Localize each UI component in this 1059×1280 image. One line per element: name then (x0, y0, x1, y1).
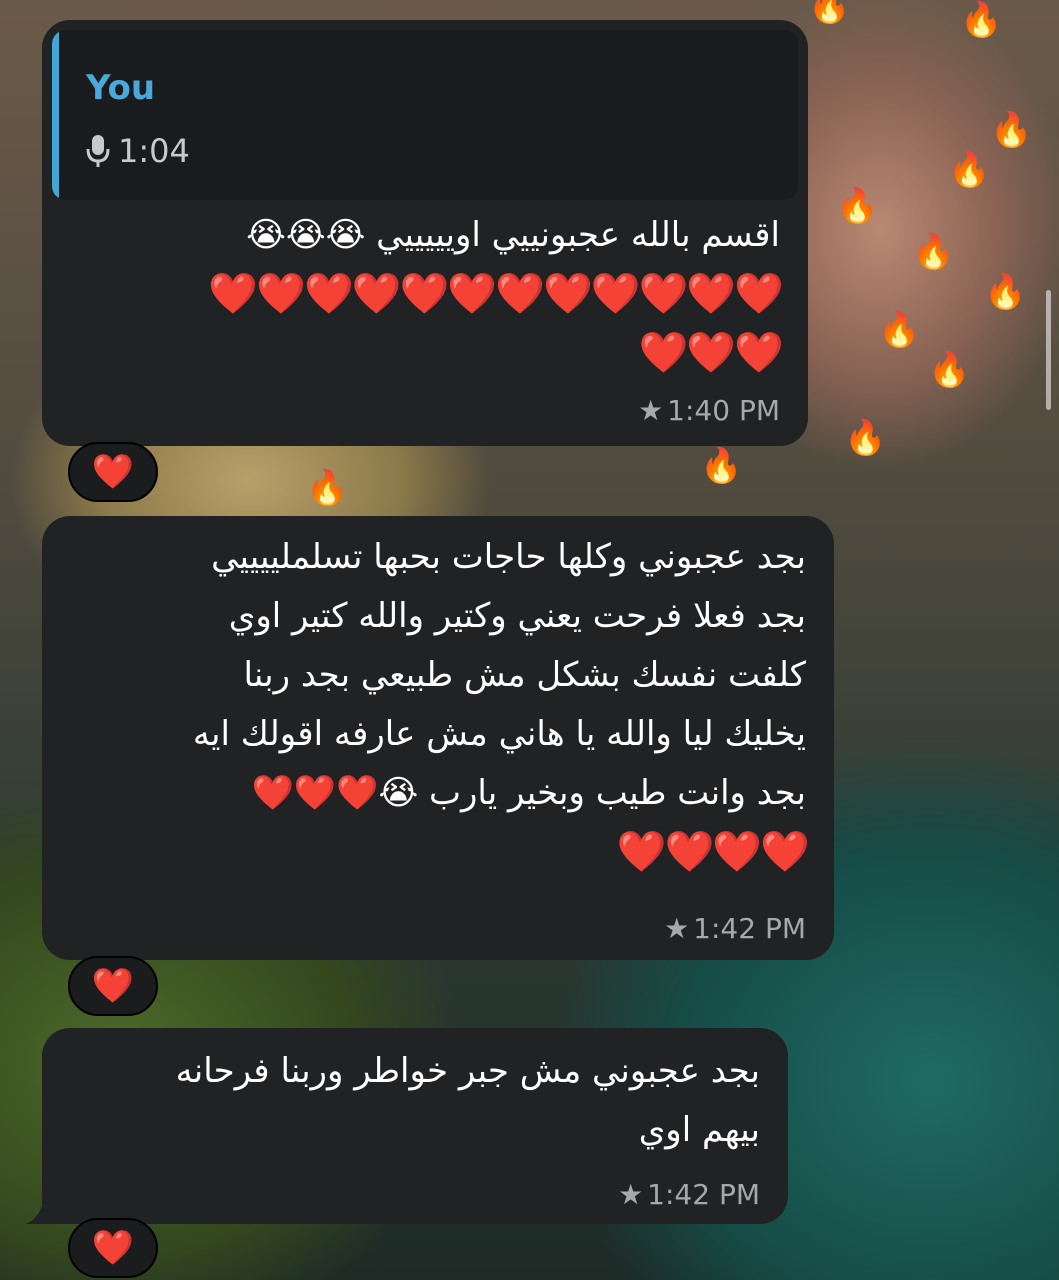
reply-accent-bar (52, 30, 59, 200)
fire-sticker: 🔥 (844, 418, 887, 458)
fire-sticker: 🔥 (990, 110, 1033, 150)
reply-preview[interactable]: You 1:04 (52, 30, 798, 200)
heart-reaction: ❤️ (91, 1228, 135, 1268)
fire-sticker: 🔥 (700, 446, 743, 486)
fire-sticker: 🔥 (960, 0, 1003, 40)
message-text: اقسم بالله عجبونييي اويييييي 😭😭😭 (246, 215, 780, 255)
fire-sticker: 🔥 (912, 232, 955, 272)
message-time: 1:42 PM (647, 1178, 760, 1211)
message-bubble[interactable]: بجد عجبوني وكلها حاجات بحبها تسلملييييي … (42, 516, 834, 960)
message-text: بجد عجبوني وكلها حاجات بحبها تسلملييييي … (192, 537, 806, 813)
message-emoji-line: ❤️❤️❤️❤️ (616, 829, 810, 875)
star-icon: ★ (664, 912, 690, 945)
fire-sticker: 🔥 (306, 468, 349, 508)
reaction-badge[interactable]: ❤️ (68, 956, 158, 1016)
reply-sender-name: You (86, 68, 156, 108)
reaction-badge[interactable]: ❤️ (68, 1218, 158, 1278)
message-bubble[interactable]: بجد عجبوني مش جبر خواطر وربنا فرحانه بيه… (42, 1028, 788, 1224)
message-time: 1:42 PM (693, 912, 806, 945)
message-time: 1:40 PM (667, 394, 780, 427)
reply-voice-info: 1:04 (86, 132, 190, 170)
star-icon: ★ (638, 394, 664, 427)
message-emoji-line: ❤️❤️❤️ (638, 330, 784, 376)
fire-sticker: 🔥 (808, 0, 851, 26)
message-emoji-line: ❤️❤️❤️❤️❤️❤️❤️❤️❤️❤️❤️❤️ (208, 271, 784, 317)
fire-sticker: 🔥 (984, 272, 1027, 312)
fire-sticker: 🔥 (836, 186, 879, 226)
fire-sticker: 🔥 (878, 310, 921, 350)
heart-reaction: ❤️ (91, 452, 135, 492)
microphone-icon (86, 135, 110, 167)
reaction-badge[interactable]: ❤️ (68, 442, 158, 502)
bubble-tail (26, 1190, 56, 1224)
heart-reaction: ❤️ (91, 966, 135, 1006)
fire-sticker: 🔥 (948, 150, 991, 190)
message-text: بجد عجبوني مش جبر خواطر وربنا فرحانه بيه… (175, 1051, 760, 1150)
scrollbar[interactable] (1046, 290, 1051, 410)
message-meta: ★ 1:42 PM (618, 1178, 760, 1211)
voice-duration: 1:04 (118, 132, 190, 170)
star-icon: ★ (618, 1178, 644, 1211)
fire-sticker: 🔥 (928, 350, 971, 390)
message-bubble[interactable]: You 1:04 اقسم بالله عجبونييي اويييييي 😭😭… (42, 20, 808, 446)
message-meta: ★ 1:42 PM (664, 912, 806, 945)
message-meta: ★ 1:40 PM (638, 394, 780, 427)
